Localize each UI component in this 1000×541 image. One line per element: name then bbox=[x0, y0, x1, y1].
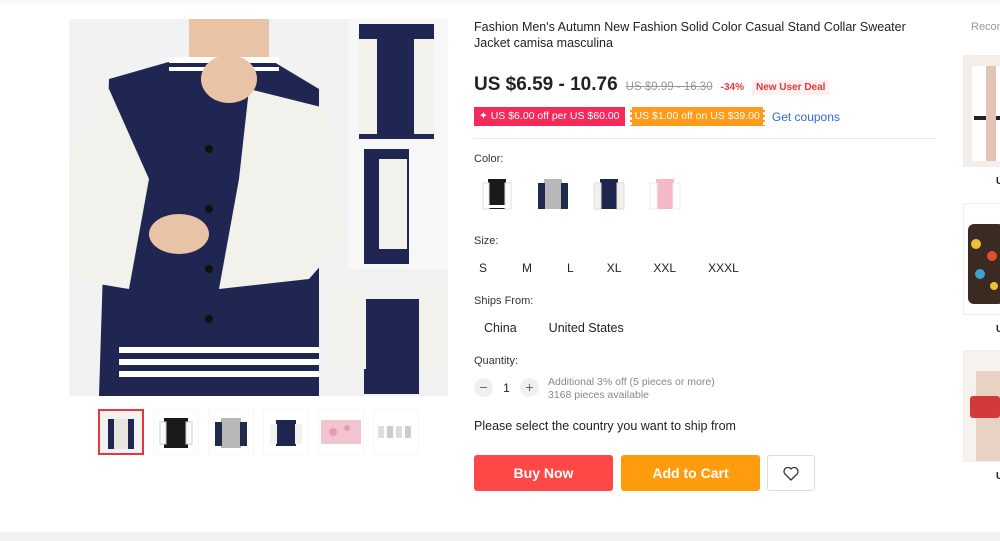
quantity-stepper: − 1 + bbox=[474, 378, 539, 397]
wishlist-button[interactable] bbox=[767, 455, 815, 491]
coupon-row: ✦ US $6.00 off per US $60.00 US $1.00 of… bbox=[474, 107, 840, 126]
size-label: Size: bbox=[474, 235, 499, 247]
color-swatch-grey[interactable] bbox=[530, 173, 575, 218]
coupon-store[interactable]: ✦ US $6.00 off per US $60.00 bbox=[474, 107, 625, 126]
size-option-xxl[interactable]: XXL bbox=[648, 258, 681, 278]
thumbnail-2[interactable] bbox=[153, 409, 199, 455]
recommended-item-price: U bbox=[996, 176, 1000, 187]
thumbnail-5[interactable] bbox=[318, 409, 364, 455]
recommended-item-price: U bbox=[996, 471, 1000, 482]
color-swatches bbox=[474, 173, 687, 218]
quantity-label: Quantity: bbox=[474, 355, 519, 367]
ships-from-label: Ships From: bbox=[474, 295, 534, 307]
size-option-m[interactable]: M bbox=[517, 258, 537, 278]
main-product-image[interactable] bbox=[69, 19, 448, 396]
quantity-value[interactable]: 1 bbox=[493, 381, 520, 395]
jacket-photo bbox=[69, 19, 448, 396]
stock-available-note: 3168 pieces available bbox=[548, 389, 649, 401]
original-price: US $9.99 - 16.30 bbox=[625, 81, 713, 93]
color-swatch-black[interactable] bbox=[474, 173, 519, 218]
thumbnail-6[interactable] bbox=[373, 409, 419, 455]
recommended-item-image bbox=[963, 203, 1000, 315]
price-row: US $6.59 - 10.76 US $9.99 - 16.30 -34% N… bbox=[474, 74, 830, 96]
heart-icon bbox=[783, 466, 799, 481]
color-swatch-navy[interactable] bbox=[586, 173, 631, 218]
ships-from-options: China United States bbox=[474, 318, 646, 338]
quantity-increase-button[interactable]: + bbox=[520, 378, 539, 397]
divider bbox=[474, 138, 936, 139]
size-options: S M L XL XXL XXXL bbox=[474, 258, 755, 278]
recommended-item-price: U bbox=[996, 324, 1000, 335]
quantity-note: Additional 3% off (5 pieces or more) 316… bbox=[548, 376, 715, 402]
thumbnail-strip bbox=[98, 409, 428, 455]
size-option-l[interactable]: L bbox=[562, 258, 579, 278]
new-user-deal-badge: New User Deal bbox=[751, 80, 830, 95]
quantity-decrease-button[interactable]: − bbox=[474, 378, 493, 397]
recommended-item-2[interactable]: U bbox=[963, 203, 1000, 335]
coupon-select[interactable]: US $1.00 off on US $39.00 bbox=[629, 107, 766, 126]
recommended-title: Recom bbox=[971, 21, 1000, 33]
recommended-item-image bbox=[963, 55, 1000, 167]
product-title: Fashion Men's Autumn New Fashion Solid C… bbox=[474, 20, 906, 50]
product-price: US $6.59 - 10.76 bbox=[474, 74, 618, 95]
top-border bbox=[0, 0, 1000, 4]
size-option-xxxl[interactable]: XXXL bbox=[703, 258, 744, 278]
shipping-message: Please select the country you want to sh… bbox=[474, 419, 736, 433]
thumbnail-4[interactable] bbox=[263, 409, 309, 455]
recommended-item-3[interactable]: U bbox=[963, 350, 1000, 482]
color-swatch-pink[interactable] bbox=[642, 173, 687, 218]
ship-option-united-states[interactable]: United States bbox=[539, 318, 634, 338]
add-to-cart-button[interactable]: Add to Cart bbox=[621, 455, 760, 491]
color-label: Color: bbox=[474, 153, 504, 165]
thumbnail-3[interactable] bbox=[208, 409, 254, 455]
size-option-xl[interactable]: XL bbox=[602, 258, 627, 278]
recommended-item-image bbox=[963, 350, 1000, 462]
size-option-s[interactable]: S bbox=[474, 258, 492, 278]
discount-badge: -34% bbox=[720, 82, 744, 93]
bulk-discount-note: Additional 3% off (5 pieces or more) bbox=[548, 376, 715, 388]
ship-option-china[interactable]: China bbox=[474, 318, 527, 338]
buy-now-button[interactable]: Buy Now bbox=[474, 455, 613, 491]
recommended-item-1[interactable]: U bbox=[963, 55, 1000, 187]
thumbnail-1[interactable] bbox=[98, 409, 144, 455]
bottom-band bbox=[0, 532, 1000, 541]
get-coupons-link[interactable]: Get coupons bbox=[772, 110, 840, 124]
